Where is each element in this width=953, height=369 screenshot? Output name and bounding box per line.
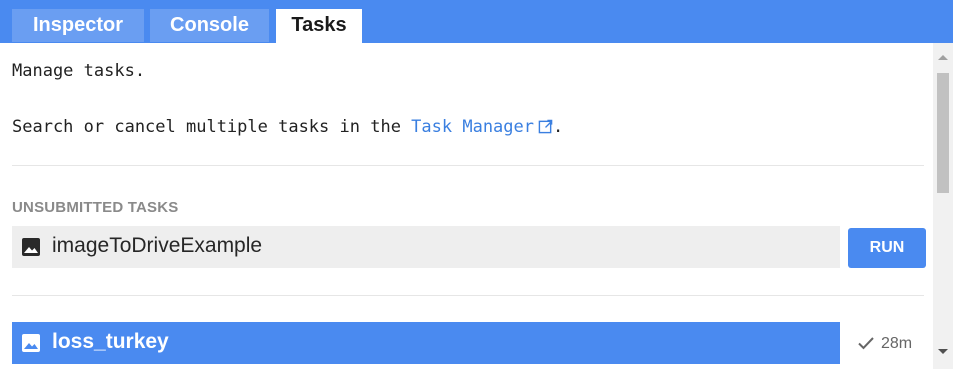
tab-tasks[interactable]: Tasks — [276, 9, 362, 43]
scrollbar-thumb[interactable] — [937, 73, 949, 193]
description-period: . — [553, 117, 564, 137]
task-manager-link[interactable]: Task Manager — [411, 117, 553, 137]
description-text: Search or cancel multiple tasks in the — [12, 117, 412, 137]
check-icon — [858, 337, 874, 350]
intro-text: Manage tasks. — [12, 61, 146, 81]
external-link-icon[interactable] — [538, 119, 553, 134]
task-name: imageToDriveExample — [52, 234, 263, 257]
task-duration: 28m — [881, 335, 913, 352]
tab-inspector[interactable]: Inspector — [12, 9, 144, 42]
unsubmitted-task-row[interactable]: imageToDriveExample — [12, 226, 840, 268]
run-button[interactable]: RUN — [848, 228, 926, 268]
task-name: loss_turkey — [52, 330, 169, 353]
divider — [12, 165, 924, 166]
image-icon — [22, 334, 40, 352]
unsubmitted-tasks-heading: UNSUBMITTED TASKS — [12, 199, 179, 216]
task-manager-description: Search or cancel multiple tasks in the T… — [12, 117, 563, 137]
completed-task-row[interactable]: loss_turkey — [12, 322, 840, 364]
tab-bar: Inspector Console Tasks — [0, 0, 953, 43]
divider — [12, 295, 924, 296]
scroll-up-arrow-icon[interactable] — [937, 52, 949, 62]
tab-console[interactable]: Console — [150, 9, 269, 42]
task-manager-link-label[interactable]: Task Manager — [411, 117, 534, 137]
image-icon — [22, 238, 40, 256]
scroll-down-arrow-icon[interactable] — [937, 347, 949, 357]
